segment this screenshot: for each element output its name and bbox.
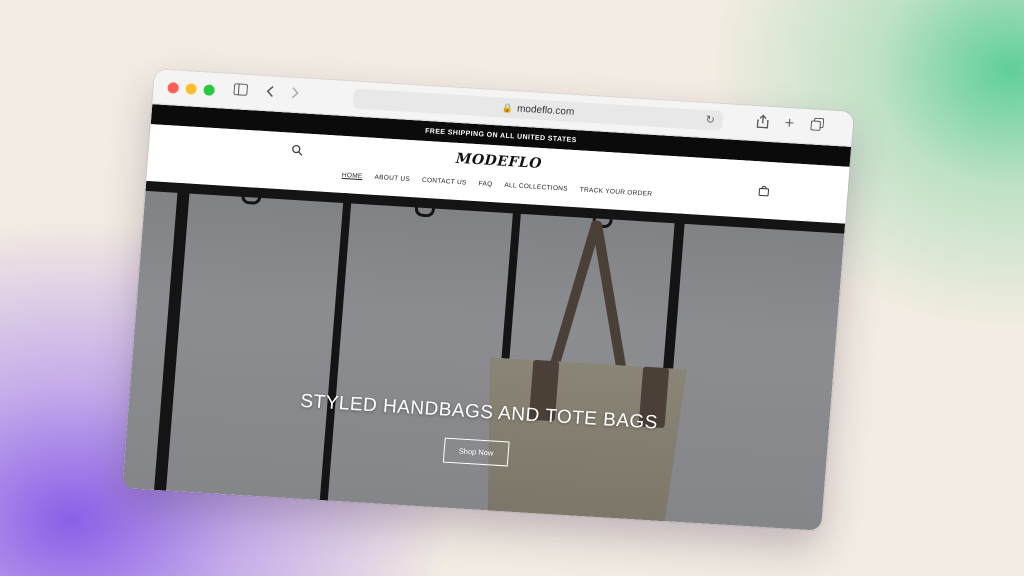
shop-now-button[interactable]: Shop Now: [442, 437, 510, 467]
tabs-icon[interactable]: [810, 117, 825, 134]
coat-rack-pole: [319, 193, 352, 501]
hook: [240, 190, 262, 205]
traffic-lights: [167, 81, 216, 96]
back-icon[interactable]: [265, 84, 276, 101]
cart-icon[interactable]: [758, 183, 770, 197]
hero-banner: STYLED HANDBAGS AND TOTE BAGS Shop Now: [122, 180, 846, 531]
nav-about-us[interactable]: ABOUT US: [374, 174, 410, 183]
coat-rack-pole: [154, 182, 191, 491]
browser-window: 🔒 modeflo.com ↻ + FREE SHIPPING ON ALL U…: [122, 69, 854, 531]
lock-icon: 🔒: [501, 102, 514, 113]
minimize-window-button[interactable]: [185, 82, 198, 95]
new-tab-icon[interactable]: +: [784, 115, 795, 133]
hook: [414, 203, 436, 218]
hero-title: STYLED HANDBAGS AND TOTE BAGS: [299, 390, 659, 434]
nav-track-your-order[interactable]: TRACK YOUR ORDER: [580, 186, 653, 197]
close-window-button[interactable]: [167, 81, 180, 94]
forward-icon[interactable]: [289, 86, 300, 103]
nav-all-collections[interactable]: ALL COLLECTIONS: [504, 182, 568, 193]
nav-faq[interactable]: FAQ: [478, 180, 492, 188]
zoom-window-button[interactable]: [203, 83, 216, 96]
announcement-text: FREE SHIPPING ON ALL UNITED STATES: [424, 127, 577, 144]
reload-icon[interactable]: ↻: [705, 113, 715, 127]
nav-home[interactable]: HOME: [342, 172, 363, 180]
url-text: modeflo.com: [516, 102, 575, 118]
share-icon[interactable]: [756, 114, 769, 132]
sidebar-icon[interactable]: [233, 82, 249, 99]
nav-contact-us[interactable]: CONTACT US: [422, 177, 467, 187]
